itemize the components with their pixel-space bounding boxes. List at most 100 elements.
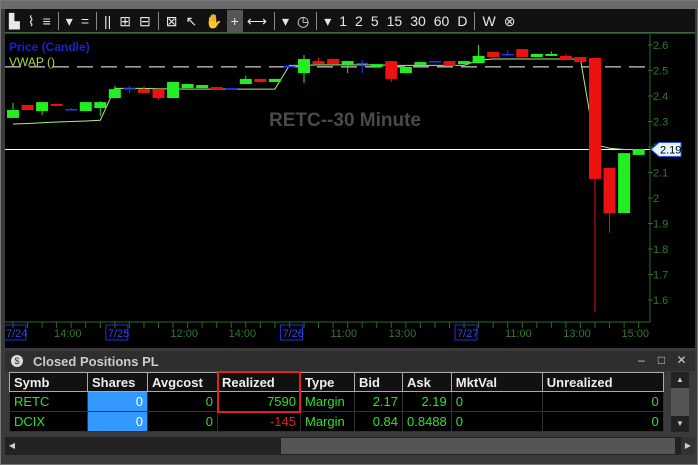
table-row[interactable]: DCIX 0 0 -145 Margin 0.84 0.8488 0 0 — [9, 411, 664, 432]
toolbar-button-item-6[interactable]: ⊞ — [115, 10, 135, 32]
col-type[interactable]: Type — [300, 372, 355, 392]
cell-unrealized: 0 — [541, 391, 664, 412]
app-window: ▙ ⌇ ≡ ▾ = || ⊞ ⊟ ⊠ ↖ ✋ + ⟷ ▾ ◷ ▾ 1 2 5 15 30 60 D W ⊗ 2.6 2.5 2.4 2… — [0, 0, 698, 465]
candle-body — [312, 61, 325, 65]
maximize-button[interactable]: □ — [655, 354, 668, 367]
toolbar-button-item-7[interactable]: ⊟ — [135, 10, 155, 32]
scroll-up-arrow-icon[interactable]: ▲ — [671, 372, 689, 388]
col-mktval[interactable]: MktVal — [450, 372, 543, 392]
x-tick-label: 12:00 — [170, 328, 198, 340]
x-tick-label: 11:00 — [330, 328, 357, 340]
toolbar-separator — [316, 11, 318, 30]
candle-body — [268, 78, 281, 82]
candle-body — [472, 55, 485, 64]
vwap-line — [12, 58, 639, 151]
scroll-left-arrow-icon[interactable]: ◀ — [5, 437, 19, 455]
toolbar-separator — [273, 11, 275, 30]
cell-avgcost: 0 — [147, 411, 218, 432]
minimize-button[interactable]: – — [635, 354, 648, 367]
cell-avgcost: 0 — [147, 391, 218, 412]
candle-body — [210, 87, 223, 90]
toolbar-button-item-11[interactable]: + — [226, 9, 243, 32]
candle-body — [443, 61, 456, 66]
cell-ask: 0.8488 — [402, 411, 452, 432]
candle-body — [530, 53, 543, 57]
candle-body — [298, 59, 310, 74]
candle-body — [79, 102, 92, 112]
chart-toolbar: ▙ ⌇ ≡ ▾ = || ⊞ ⊟ ⊠ ↖ ✋ + ⟷ ▾ ◷ ▾ 1 2 5 15 30 60 D W ⊗ — [5, 9, 695, 33]
candle-body — [123, 88, 136, 90]
candle-body — [385, 61, 398, 79]
col-unrealized[interactable]: Unrealized — [541, 372, 664, 392]
candle-body — [239, 78, 252, 85]
toolbar-button-item-14[interactable]: ◷ — [293, 10, 313, 32]
toolbar-button-item-19[interactable]: 15 — [383, 10, 407, 32]
dollar-icon: $ — [11, 355, 23, 367]
toolbar-button-item-24[interactable]: ⊗ — [500, 10, 520, 32]
toolbar-button-bar-chart[interactable]: ▙ — [5, 10, 24, 32]
toolbar-button-item-21[interactable]: 60 — [430, 10, 454, 32]
scrollbar-thumb[interactable] — [281, 438, 675, 454]
toolbar-button-item-10[interactable]: ✋ — [201, 10, 226, 32]
candle-body — [399, 66, 412, 74]
y-tick-label: 2 — [653, 193, 659, 205]
candle-body — [632, 149, 645, 155]
price-chart[interactable]: 2.62.52.42.32.22.121.91.81.71.67/2414:00… — [3, 34, 695, 348]
candle-body — [458, 61, 471, 65]
scroll-down-arrow-icon[interactable]: ▼ — [671, 416, 689, 432]
candle-body — [574, 56, 587, 63]
toolbar-button-item-4[interactable]: = — [77, 10, 93, 32]
candle-body — [356, 62, 369, 65]
cell-bid: 2.17 — [354, 391, 403, 412]
table-row[interactable]: RETC 0 0 7590 Margin 2.17 2.19 0 0 — [9, 391, 664, 412]
scroll-right-arrow-icon[interactable]: ▶ — [681, 437, 695, 455]
toolbar-button-item-9[interactable]: ↖ — [182, 10, 202, 32]
col-symb[interactable]: Symb — [9, 372, 88, 392]
candle-body — [137, 89, 150, 93]
col-shares[interactable]: Shares — [87, 372, 148, 392]
toolbar-button-item-3[interactable]: ▾ — [62, 10, 77, 32]
toolbar-button-item-13[interactable]: ▾ — [278, 10, 293, 32]
toolbar-button-item-22[interactable]: D — [453, 10, 471, 32]
col-bid[interactable]: Bid — [354, 372, 403, 392]
candle-body — [50, 103, 63, 106]
x-tick-label: 7/27 — [457, 328, 478, 340]
vertical-scrollbar[interactable]: ▲ ▼ — [671, 372, 689, 432]
toolbar-button-item-23[interactable]: W — [478, 10, 499, 32]
toolbar-button-item-8[interactable]: ⊠ — [162, 10, 182, 32]
toolbar-button-item-16[interactable]: 1 — [335, 10, 351, 32]
toolbar-button-item-17[interactable]: 2 — [351, 10, 367, 32]
toolbar-button-item-5[interactable]: || — [100, 10, 115, 32]
cell-type: Margin — [300, 411, 355, 432]
candle-body — [370, 64, 383, 67]
toolbar-button-item-15[interactable]: ▾ — [320, 10, 335, 32]
toolbar-button-item-20[interactable]: 30 — [406, 10, 430, 32]
candle-body — [618, 153, 631, 214]
y-tick-label: 1.7 — [653, 270, 668, 282]
col-realized[interactable]: Realized — [217, 372, 301, 392]
candle-body — [603, 167, 616, 214]
candle-body — [414, 62, 427, 65]
candle-body — [21, 104, 34, 111]
horizontal-scrollbar[interactable]: ◀ ▶ — [5, 437, 695, 455]
toolbar-button-line-chart[interactable]: ⌇ — [24, 10, 39, 32]
col-ask[interactable]: Ask — [402, 372, 452, 392]
toolbar-button-studies[interactable]: ≡ — [39, 10, 55, 32]
cell-symb: DCIX — [9, 411, 88, 432]
col-avgcost[interactable]: Avgcost — [147, 372, 218, 392]
toolbar-button-item-18[interactable]: 5 — [367, 10, 383, 32]
toolbar-separator — [57, 11, 59, 30]
close-button[interactable]: ✕ — [675, 354, 688, 367]
chart-canvas[interactable]: 2.62.52.42.32.22.121.91.81.71.67/2414:00… — [3, 34, 695, 348]
cell-mktval: 0 — [450, 411, 543, 432]
x-tick-label: 13:00 — [563, 328, 591, 340]
candle-body — [94, 102, 107, 108]
legend-price: Price (Candle) — [9, 40, 90, 54]
candle-body — [428, 61, 441, 63]
candle-body — [181, 84, 194, 89]
toolbar-button-item-12[interactable]: ⟷ — [243, 10, 271, 32]
candle-body — [196, 85, 209, 89]
y-tick-label: 2.3 — [653, 117, 668, 129]
cell-realized: 7590 — [217, 391, 301, 412]
cell-bid: 0.84 — [354, 411, 403, 432]
